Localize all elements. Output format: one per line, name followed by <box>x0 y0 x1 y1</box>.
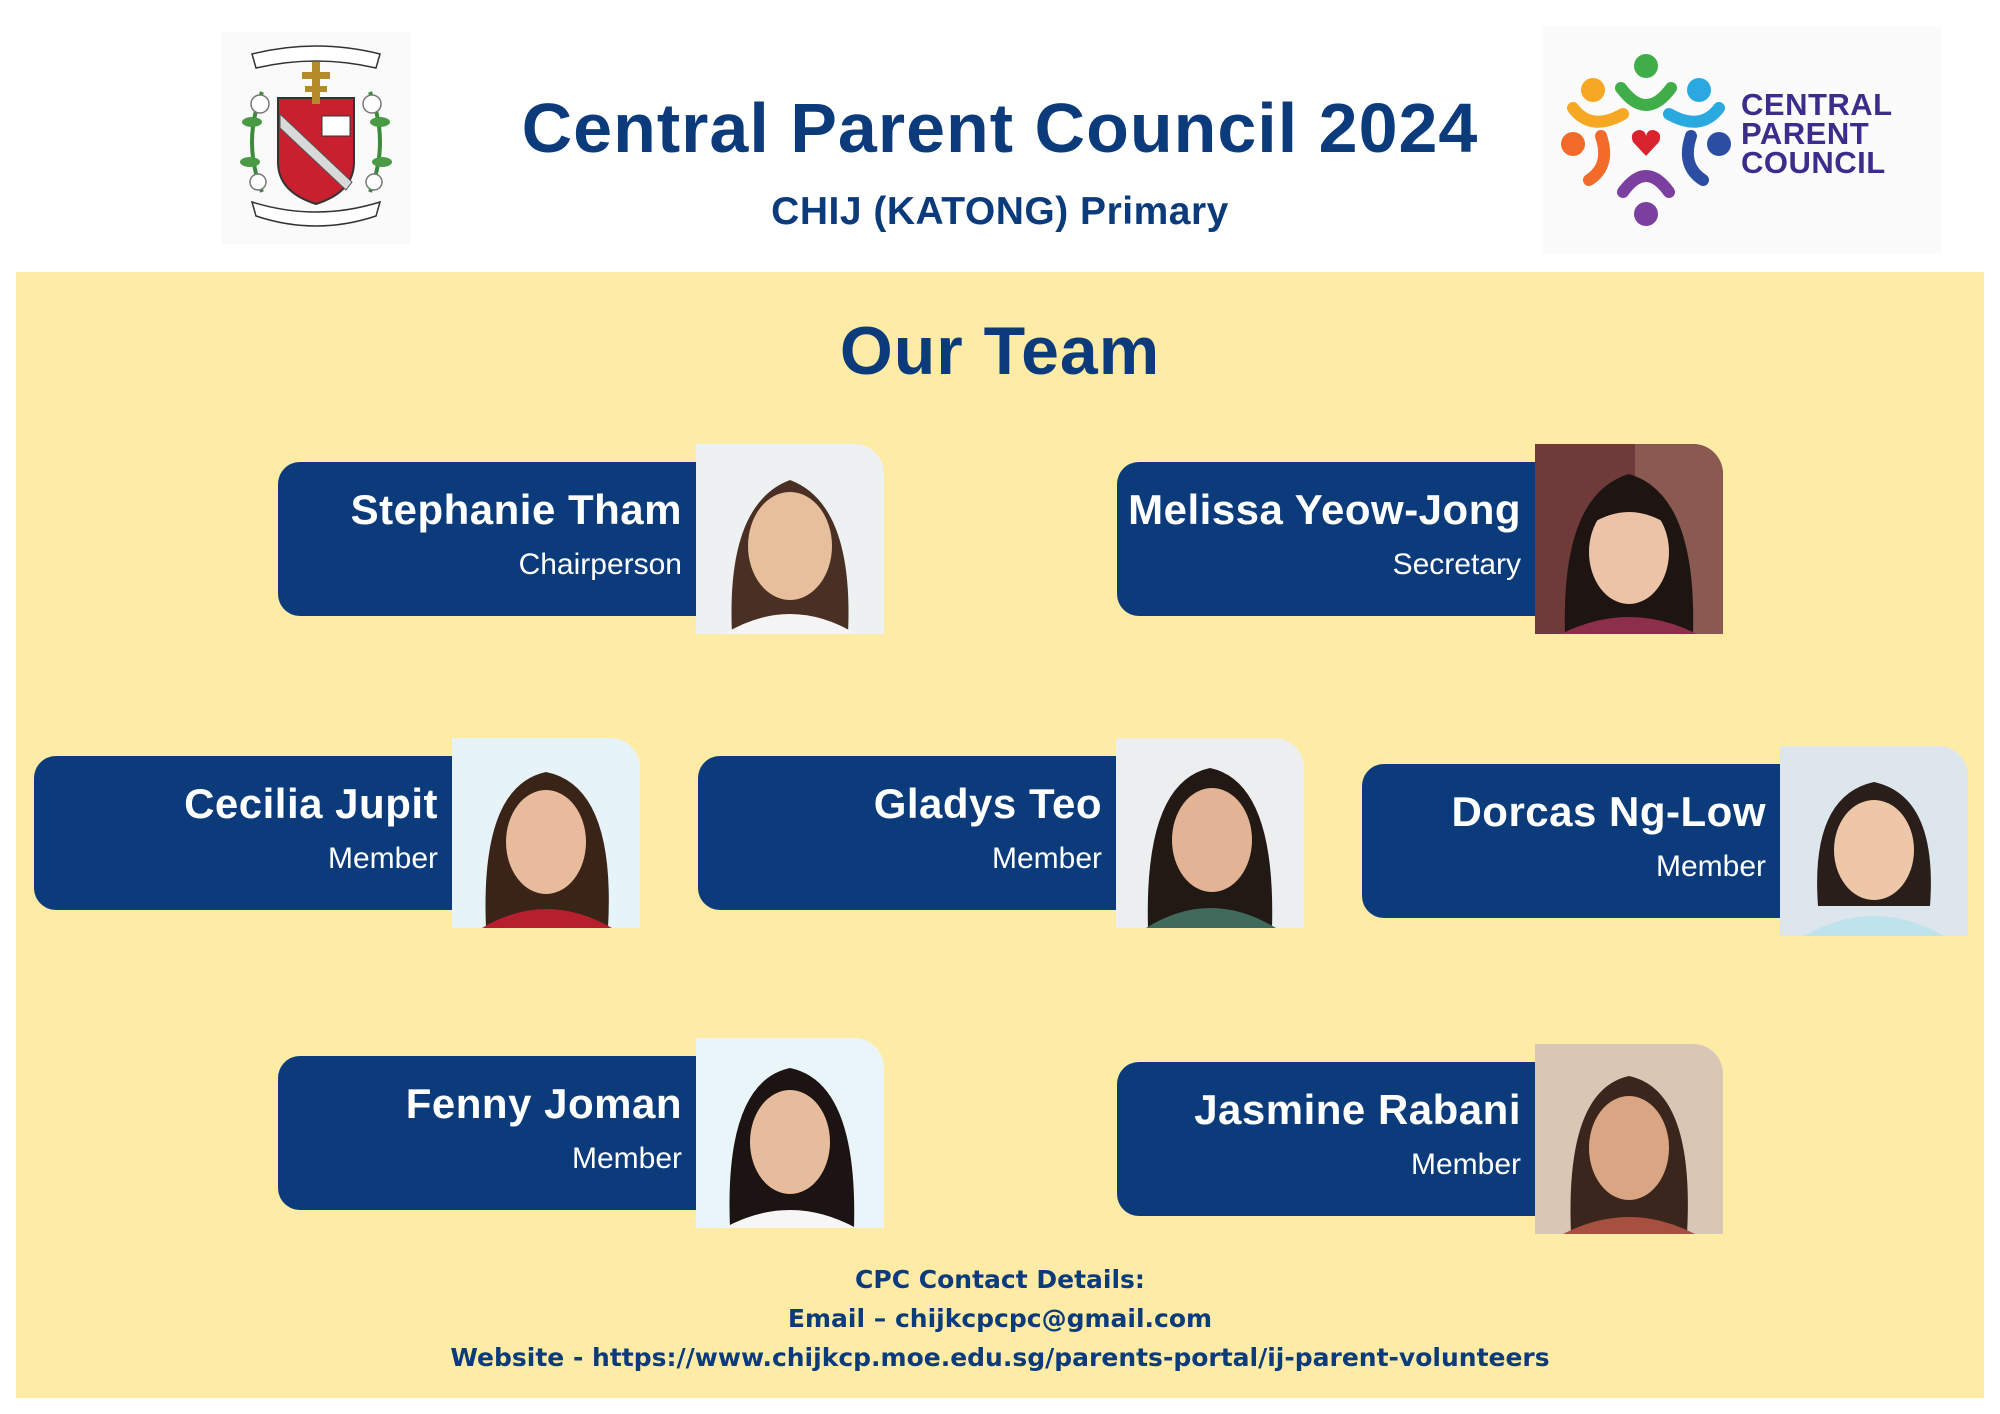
member-card-cecilia-jupit: Cecilia Jupit Member <box>34 738 640 928</box>
member-card-gladys-teo: Gladys Teo Member <box>698 738 1304 928</box>
member-photo <box>1535 444 1723 634</box>
member-name-card: Fenny Joman Member <box>278 1056 708 1210</box>
member-name-card: Dorcas Ng-Low Member <box>1362 764 1792 918</box>
member-name: Jasmine Rabani <box>1194 1086 1521 1133</box>
cpc-logo: CENTRAL PARENT COUNCIL <box>1543 26 1941 254</box>
member-photo <box>696 444 884 634</box>
team-panel: Our Team Stephanie Tham Chairperson Meli… <box>16 272 1984 1398</box>
cpc-people-circle-icon <box>1561 54 1731 226</box>
contact-heading: CPC Contact Details: <box>855 1265 1145 1294</box>
school-crest-icon <box>222 32 410 244</box>
cpc-logo-text: CENTRAL PARENT COUNCIL <box>1741 87 1893 180</box>
member-name: Dorcas Ng-Low <box>1451 788 1766 835</box>
section-title: Our Team <box>839 313 1161 389</box>
member-name: Melissa Yeow-Jong <box>1128 486 1521 533</box>
member-name-card: Gladys Teo Member <box>698 756 1128 910</box>
member-name: Stephanie Tham <box>350 486 682 533</box>
member-card-jasmine-rabani: Jasmine Rabani Member <box>1117 1044 1723 1234</box>
member-role: Member <box>1655 850 1766 883</box>
school-name: CHIJ (KATONG) Primary <box>771 190 1229 233</box>
contact-email[interactable]: Email – chijkcpcpc@gmail.com <box>16 1299 1984 1338</box>
member-name: Cecilia Jupit <box>184 780 438 827</box>
member-role: Member <box>571 1142 682 1175</box>
member-card-dorcas-ng-low: Dorcas Ng-Low Member <box>1362 746 1968 936</box>
member-photo <box>1116 738 1304 928</box>
member-role: Chairperson <box>518 548 682 581</box>
member-card-melissa-yeow-jong: Melissa Yeow-Jong Secretary <box>1117 444 1723 634</box>
member-photo <box>696 1038 884 1228</box>
contact-website[interactable]: Website - https://www.chijkcp.moe.edu.sg… <box>16 1338 1984 1377</box>
member-card-fenny-joman: Fenny Joman Member <box>278 1038 884 1228</box>
member-name-card: Cecilia Jupit Member <box>34 756 464 910</box>
member-role: Member <box>1410 1148 1521 1181</box>
member-role: Member <box>327 842 438 875</box>
member-name-card: Melissa Yeow-Jong Secretary <box>1117 462 1547 616</box>
member-role: Member <box>991 842 1102 875</box>
page-title: Central Parent Council 2024 <box>521 89 1479 167</box>
member-name: Fenny Joman <box>405 1080 682 1127</box>
member-name-card: Stephanie Tham Chairperson <box>278 462 708 616</box>
member-card-stephanie-tham: Stephanie Tham Chairperson <box>278 444 884 634</box>
member-photo <box>1780 746 1968 936</box>
member-photo <box>452 738 640 928</box>
page-header: Central Parent Council 2024 CHIJ (KATONG… <box>0 0 2000 270</box>
member-role: Secretary <box>1392 548 1521 581</box>
member-name-card: Jasmine Rabani Member <box>1117 1062 1547 1216</box>
member-photo <box>1535 1044 1723 1234</box>
member-name: Gladys Teo <box>873 780 1102 827</box>
contact-details: CPC Contact Details: Email – chijkcpcpc@… <box>16 1260 1984 1377</box>
